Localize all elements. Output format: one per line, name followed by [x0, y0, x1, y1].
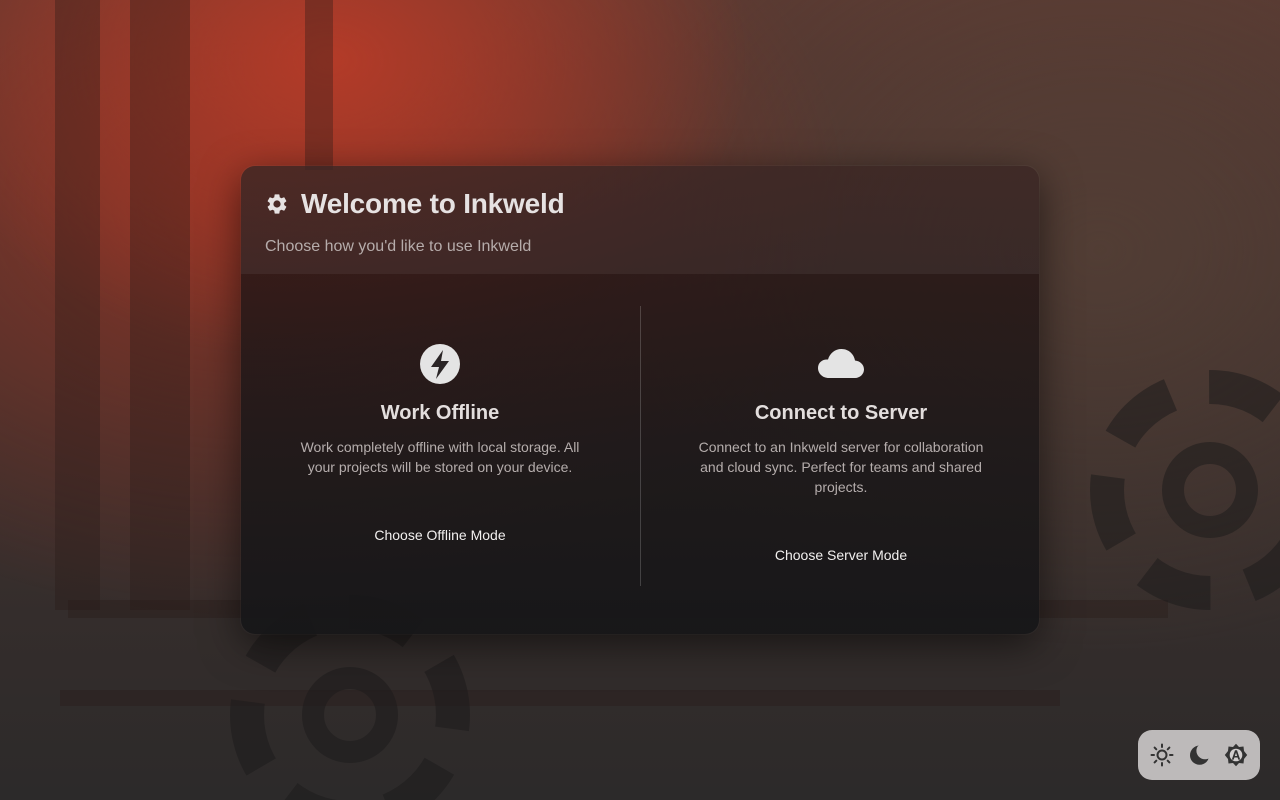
auto-theme-button[interactable] — [1221, 740, 1251, 770]
page-title: Welcome to Inkweld — [301, 188, 565, 219]
choose-server-mode-button[interactable]: Choose Server Mode — [765, 541, 917, 569]
sun-icon — [1150, 743, 1174, 767]
light-theme-button[interactable] — [1147, 740, 1177, 770]
server-option-description: Connect to an Inkweld server for collabo… — [698, 439, 984, 495]
mode-options: Work Offline Work completely offline wit… — [241, 274, 1039, 634]
offline-option-description: Work completely offline with local stora… — [300, 439, 580, 475]
lightning-bolt-icon — [420, 344, 460, 384]
options-divider — [640, 306, 641, 586]
offline-option-title: Work Offline — [380, 402, 500, 424]
welcome-dialog: Welcome to Inkweld Choose how you'd like… — [241, 166, 1039, 634]
cloud-icon — [818, 349, 864, 378]
auto-theme-icon — [1224, 743, 1247, 767]
server-option-card: Connect to Server Connect to an Inkweld … — [646, 274, 1036, 634]
dialog-header: Welcome to Inkweld Choose how you'd like… — [241, 166, 1039, 274]
title-row: Welcome to Inkweld — [265, 186, 1015, 222]
server-option-title: Connect to Server — [754, 402, 928, 424]
choose-offline-mode-button[interactable]: Choose Offline Mode — [364, 521, 515, 549]
dark-theme-button[interactable] — [1184, 740, 1214, 770]
theme-switcher — [1138, 730, 1260, 780]
offline-option-card: Work Offline Work completely offline wit… — [241, 274, 631, 634]
gear-icon — [267, 194, 287, 214]
page-subtitle: Choose how you'd like to use Inkweld — [265, 238, 532, 255]
moon-icon — [1189, 745, 1209, 765]
